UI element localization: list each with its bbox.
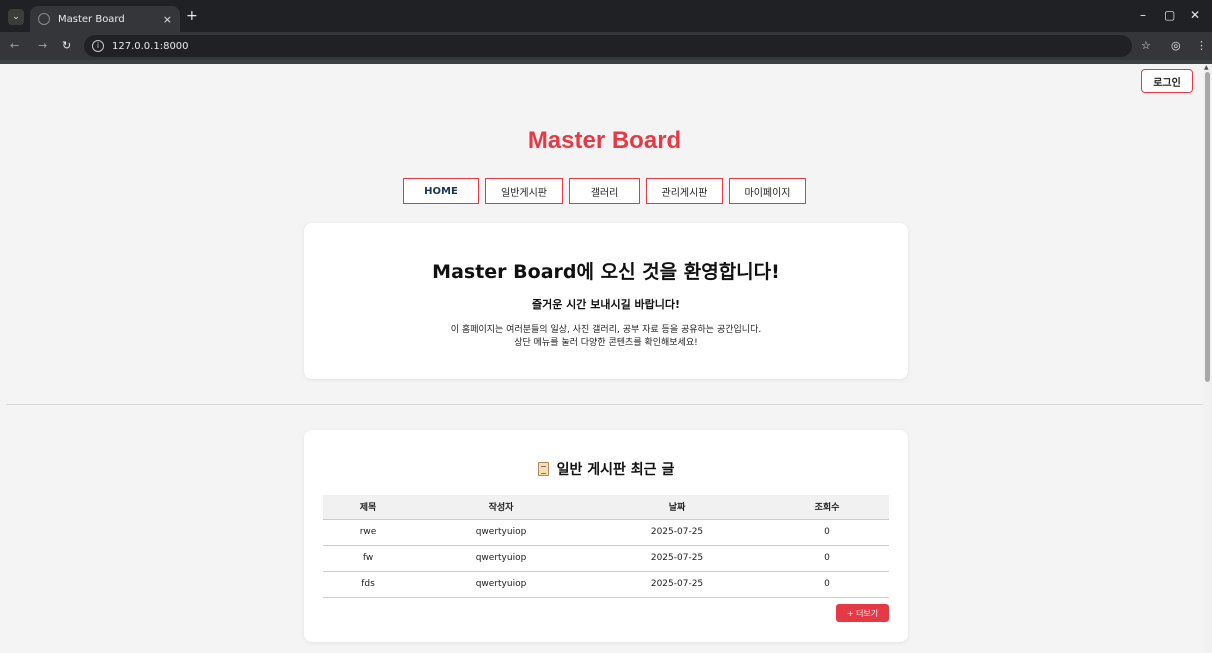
browser-chrome: ⌄ Master Board × + – ▢ ✕ ← → ↻ i 127.0.0… [0, 0, 1212, 64]
favicon-icon [38, 13, 50, 25]
post-date: 2025-07-25 [589, 545, 765, 572]
url-text: 127.0.0.1:8000 [112, 40, 189, 52]
back-icon[interactable]: ← [10, 39, 19, 52]
post-author: qwertyuiop [413, 571, 589, 598]
table-header-row: 제목 작성자 날짜 조회수 [323, 495, 889, 520]
reload-icon[interactable]: ↻ [62, 39, 71, 52]
menu-item-admin-board[interactable]: 관리게시판 [646, 178, 723, 204]
menu-item-home[interactable]: HOME [403, 178, 479, 204]
column-header-author: 작성자 [413, 495, 589, 520]
minimize-icon[interactable]: – [1140, 8, 1146, 22]
column-header-views: 조회수 [765, 495, 889, 520]
address-bar[interactable]: i 127.0.0.1:8000 [84, 35, 1132, 57]
post-views: 0 [765, 571, 889, 598]
browser-toolbar: ← → ↻ i 127.0.0.1:8000 ☆ ◎ ⋮ [0, 32, 1212, 60]
section-divider [6, 404, 1203, 405]
main-menu: HOME 일반게시판 갤러리 관리게시판 마이페이지 [6, 178, 1203, 204]
post-date: 2025-07-25 [589, 571, 765, 598]
forward-icon[interactable]: → [38, 39, 47, 52]
menu-kebab-icon[interactable]: ⋮ [1196, 39, 1207, 52]
recent-posts-title-text: 일반 게시판 최근 글 [556, 462, 675, 478]
post-title[interactable]: fw [323, 545, 413, 572]
table-row[interactable]: fds qwertyuiop 2025-07-25 0 [323, 571, 889, 598]
tab-title: Master Board [58, 13, 125, 25]
table-row[interactable]: rwe qwertyuiop 2025-07-25 0 [323, 519, 889, 546]
restore-icon[interactable]: ▢ [1164, 8, 1175, 22]
browser-tab[interactable]: Master Board × [30, 6, 180, 32]
recent-posts-table: 제목 작성자 날짜 조회수 rwe qwertyuiop 2025-07-25 … [323, 495, 889, 598]
post-author: qwertyuiop [413, 545, 589, 572]
post-views: 0 [765, 545, 889, 572]
post-date: 2025-07-25 [589, 519, 765, 546]
welcome-card: Master Board에 오신 것을 환영합니다! 즐거운 시간 보내시길 바… [304, 223, 908, 379]
scrollbar-thumb[interactable] [1205, 72, 1210, 382]
profile-icon[interactable]: ◎ [1171, 39, 1181, 52]
menu-item-general-board[interactable]: 일반게시판 [485, 178, 563, 204]
tab-close-icon[interactable]: × [163, 13, 172, 26]
more-button[interactable]: + 더보기 [836, 604, 889, 622]
memo-icon [537, 462, 549, 476]
column-header-date: 날짜 [589, 495, 765, 520]
recent-posts-card: 일반 게시판 최근 글 제목 작성자 날짜 조회수 rwe qwertyuiop… [304, 430, 908, 642]
welcome-line-1: 이 홈페이지는 여러분들의 일상, 사진 갤러리, 공부 자료 등을 공유하는 … [450, 325, 762, 335]
site-info-icon[interactable]: i [92, 40, 104, 52]
table-row[interactable]: fw qwertyuiop 2025-07-25 0 [323, 545, 889, 572]
login-button[interactable]: 로그인 [1141, 69, 1193, 93]
page-scrollbar[interactable]: ▲ [1203, 64, 1212, 653]
welcome-subtitle: 즐거운 시간 보내시길 바랍니다! [531, 298, 681, 311]
post-views: 0 [765, 519, 889, 546]
page-viewport: 로그인 Master Board HOME 일반게시판 갤러리 관리게시판 마이… [6, 64, 1203, 653]
scroll-up-icon[interactable]: ▲ [1204, 64, 1209, 71]
tab-strip: ⌄ Master Board × + – ▢ ✕ [0, 0, 1212, 32]
post-title[interactable]: rwe [323, 519, 413, 546]
tab-search-icon[interactable]: ⌄ [8, 9, 24, 25]
post-title[interactable]: fds [323, 571, 413, 598]
post-author: qwertyuiop [413, 519, 589, 546]
menu-item-mypage[interactable]: 마이페이지 [729, 178, 806, 204]
column-header-title: 제목 [323, 495, 413, 520]
recent-posts-title: 일반 게시판 최근 글 [304, 459, 908, 479]
welcome-title: Master Board에 오신 것을 환영합니다! [432, 261, 780, 283]
welcome-line-2: 상단 메뉴를 눌러 다양한 콘텐츠를 확인해보세요! [514, 338, 698, 348]
menu-item-gallery[interactable]: 갤러리 [569, 178, 640, 204]
close-window-icon[interactable]: ✕ [1190, 8, 1200, 22]
site-title: Master Board [527, 127, 682, 154]
bookmark-star-icon[interactable]: ☆ [1141, 39, 1151, 52]
new-tab-button[interactable]: + [186, 8, 198, 24]
welcome-description: 이 홈페이지는 여러분들의 일상, 사진 갤러리, 공부 자료 등을 공유하는 … [304, 324, 908, 350]
